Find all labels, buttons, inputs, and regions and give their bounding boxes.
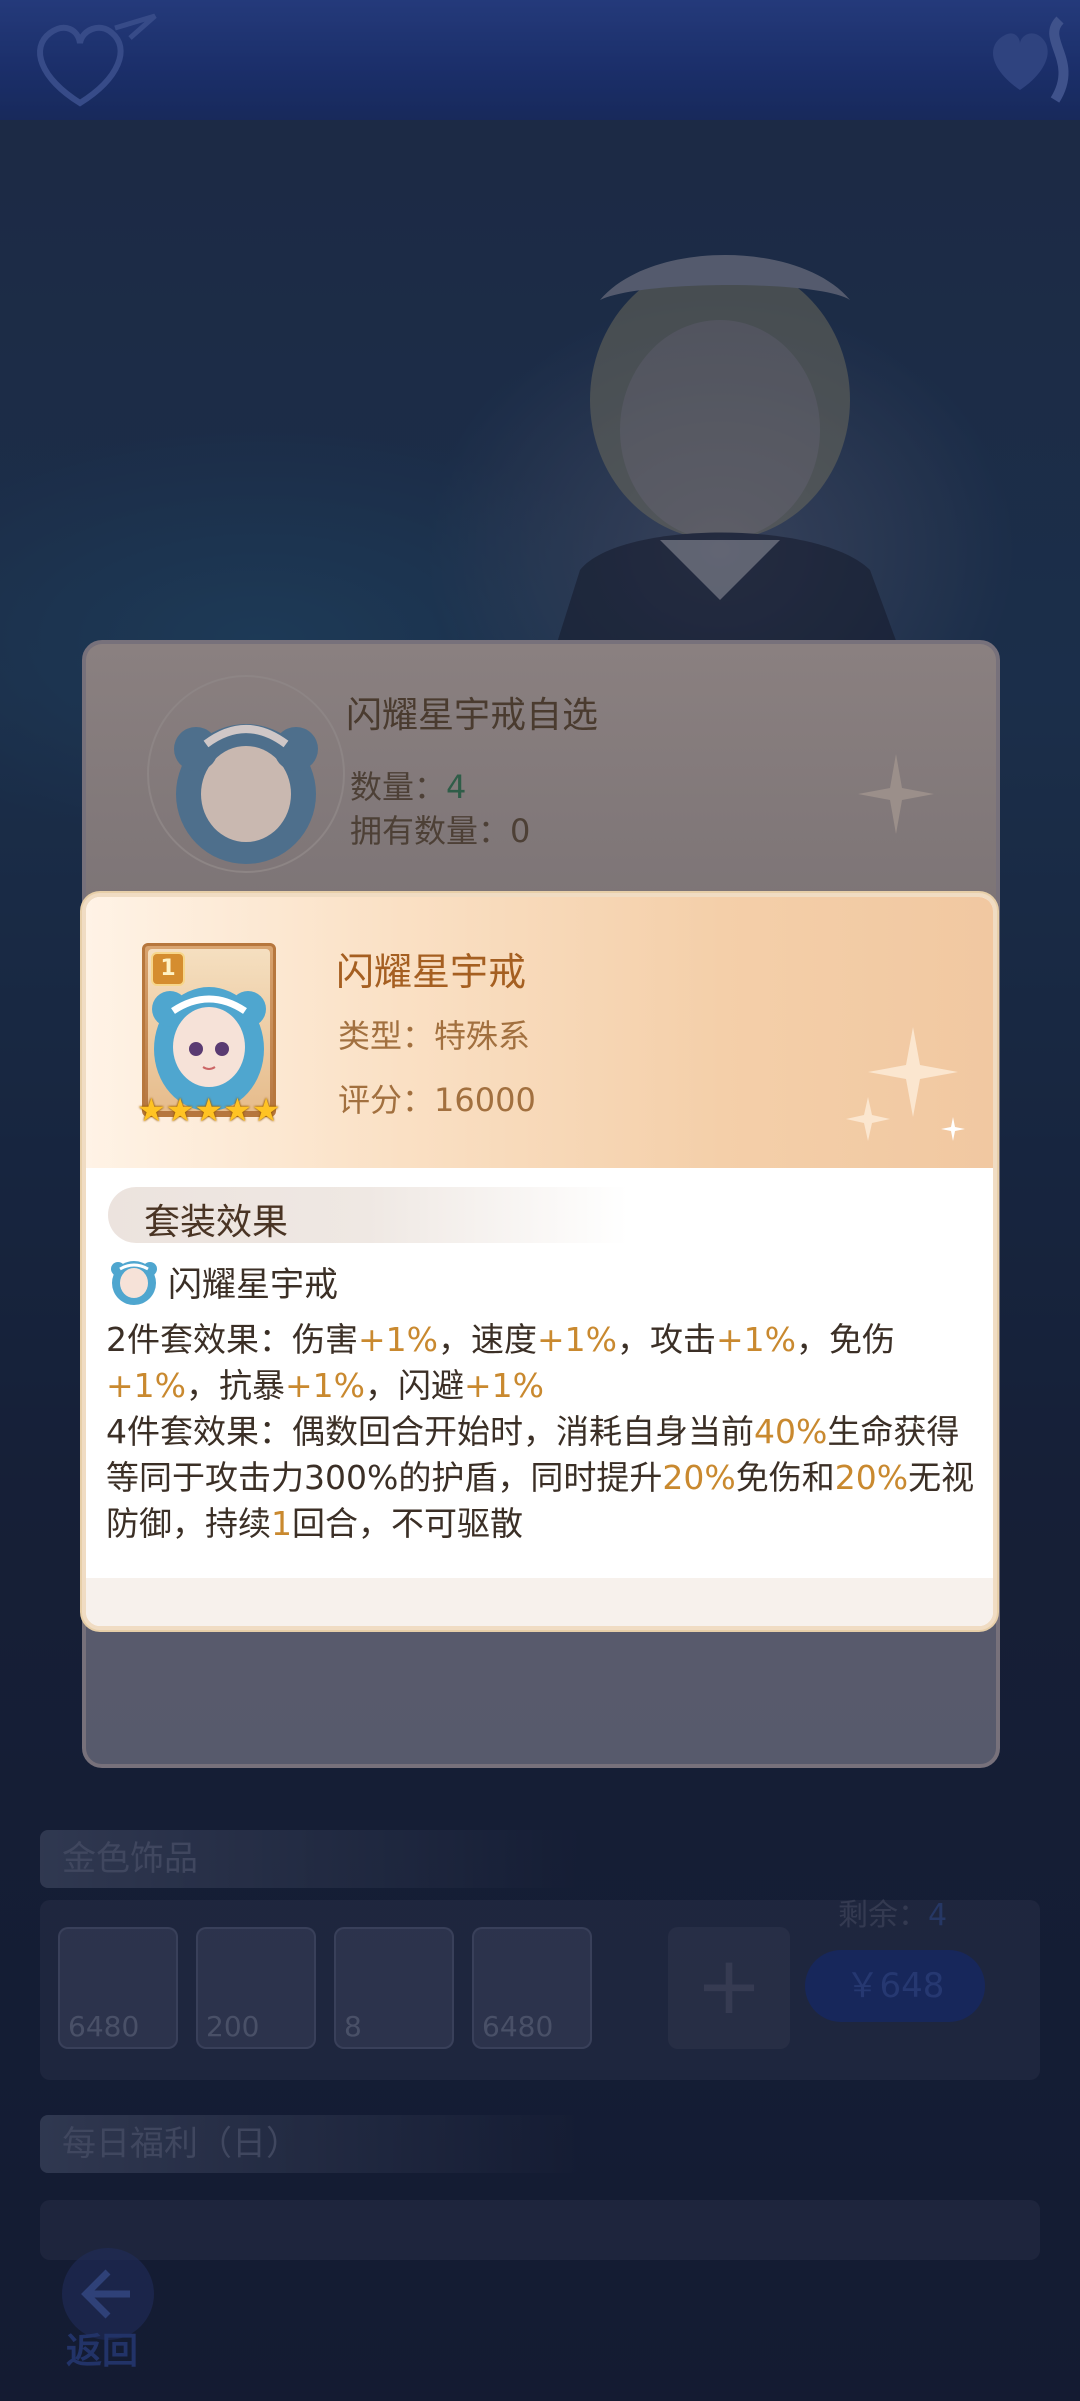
star-icon: ★ xyxy=(165,1091,195,1129)
sparkle-icon xyxy=(858,754,934,834)
item-detail-card: 1 ★ ★ ★ ★ ★ 闪耀星宇戒 类型：特殊系 评分：16000 套装效果 闪… xyxy=(82,893,997,1630)
set-name: 闪耀星宇戒 xyxy=(168,1265,338,1305)
set-effect-section-title: 套装效果 xyxy=(108,1187,628,1243)
two-piece-effect: 2件套效果：伤害+1%，速度+1%，攻击+1%，免伤+1%，抗暴+1%，闪避+1… xyxy=(106,1320,896,1405)
dialog-title: 闪耀星宇戒自选 xyxy=(346,695,599,736)
star-icon: ★ xyxy=(194,1091,224,1129)
sparkle-icon xyxy=(846,1027,965,1141)
item-level-badge: 1 xyxy=(151,952,185,986)
set-effect-description: 2件套效果：伤害+1%，速度+1%，攻击+1%，免伤+1%，抗暴+1%，闪避+1… xyxy=(106,1317,986,1547)
item-type: 类型：特殊系 xyxy=(338,1017,531,1055)
star-icon: ★ xyxy=(223,1091,252,1129)
four-piece-effect: 4件套效果：偶数回合开始时，消耗自身当前40%生命获得等同于攻击力300%的护盾… xyxy=(106,1412,975,1543)
star-icon: ★ xyxy=(137,1091,166,1129)
owned-quantity-text: 拥有数量：0 xyxy=(350,812,531,850)
item-name: 闪耀星宇戒 xyxy=(336,950,527,994)
item-score: 评分：16000 xyxy=(338,1081,536,1119)
item-portrait xyxy=(147,675,345,873)
set-mini-avatar xyxy=(108,1253,160,1305)
card-footer xyxy=(86,1578,993,1626)
quantity-text: 数量：4 xyxy=(350,768,467,806)
star-icon: ★ xyxy=(251,1091,281,1129)
item-icon-frame: 1 ★ ★ ★ ★ ★ xyxy=(137,943,280,1128)
item-header: 1 ★ ★ ★ ★ ★ 闪耀星宇戒 类型：特殊系 评分：16000 xyxy=(86,897,993,1168)
star-rating: ★ ★ ★ ★ ★ xyxy=(137,1092,297,1128)
